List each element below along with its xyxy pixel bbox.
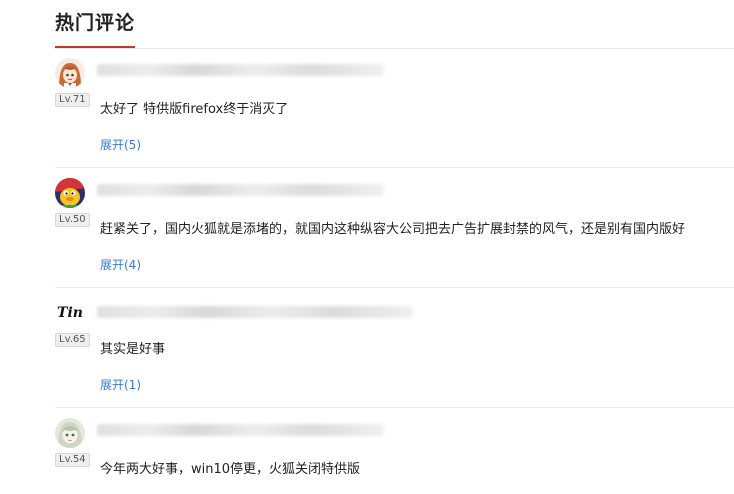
user-avatar[interactable] [55, 418, 85, 448]
cartoon-duck-avatar-icon [55, 178, 85, 208]
user-level-badge: Lv.54 [55, 453, 90, 467]
expand-replies-link[interactable]: 展开(5) [100, 136, 141, 153]
comment-text: 太好了 特供版firefox终于消灭了 [100, 102, 289, 117]
expand-replies-link[interactable]: 展开(1) [100, 376, 141, 393]
anime-character-avatar-icon [55, 418, 85, 448]
section-header: 热门评论 [0, 0, 734, 49]
user-avatar[interactable] [55, 58, 85, 88]
header-divider [55, 48, 734, 49]
user-level-badge: Lv.50 [55, 213, 90, 227]
section-title: 热门评论 [55, 12, 136, 34]
user-level-badge: Lv.65 [55, 333, 90, 347]
user-level-badge: Lv.71 [55, 93, 90, 107]
comment-divider [55, 167, 734, 168]
comment-text: 今年两大好事，win10停更，火狐关闭特供版 [100, 462, 361, 477]
expand-replies-link[interactable]: 展开(4) [100, 256, 141, 273]
blurred-username-date [97, 306, 413, 318]
comment-divider [55, 407, 734, 408]
blurred-username-date [97, 64, 384, 76]
user-avatar[interactable]: Tin [55, 298, 85, 328]
comment-text: 赶紧关了，国内火狐就是添堵的，就国内这种纵容大公司把去广告扩展封禁的风气，还是别… [100, 222, 686, 237]
comment-text: 其实是好事 [100, 342, 166, 357]
user-avatar[interactable] [55, 178, 85, 208]
comment-divider [55, 287, 734, 288]
blurred-username-date [97, 424, 384, 436]
tin-logo-avatar: Tin [57, 305, 83, 321]
blurred-username-date [97, 184, 384, 196]
anime-girl-avatar-icon [55, 58, 85, 88]
